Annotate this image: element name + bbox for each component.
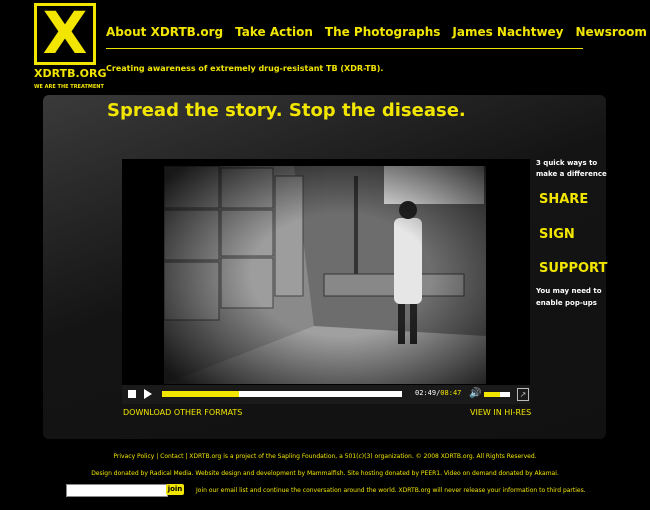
logo-tagline: WE ARE THE TREATMENT xyxy=(34,84,104,90)
nav-photographs[interactable]: The Photographs xyxy=(325,25,441,39)
logo-mark-box: X xyxy=(34,0,96,67)
nav-divider xyxy=(106,48,583,49)
join-button[interactable]: join xyxy=(166,484,184,495)
seek-bar[interactable] xyxy=(162,391,402,397)
support-button[interactable]: SUPPORT xyxy=(539,261,607,276)
player-controls: 02:49/08:47 🔊 ↗ xyxy=(122,385,530,404)
elapsed-time: 02:49 xyxy=(415,389,437,397)
stop-button[interactable] xyxy=(128,390,136,398)
popup-note: You may need to enable pop-ups xyxy=(536,287,602,307)
join-description: Join our email list and continue the con… xyxy=(196,487,586,494)
logo-mark: X xyxy=(42,0,88,67)
email-input[interactable] xyxy=(66,484,168,497)
nav-about[interactable]: About XDRTB.org xyxy=(106,25,223,39)
share-button[interactable]: SHARE xyxy=(539,192,588,207)
seek-progress xyxy=(162,391,239,397)
site-tagline: Creating awareness of extremely drug-res… xyxy=(106,64,384,73)
page-headline: Spread the story. Stop the disease. xyxy=(107,100,466,121)
play-button[interactable] xyxy=(144,389,152,399)
view-hires-link[interactable]: VIEW IN HI-RES xyxy=(470,408,531,417)
nav-james-nachtwey[interactable]: James Nachtwey xyxy=(452,25,563,39)
download-formats-link[interactable]: DOWNLOAD OTHER FORMATS xyxy=(123,408,242,417)
main-nav: About XDRTB.org Take Action The Photogra… xyxy=(106,25,650,39)
nav-newsroom[interactable]: Newsroom xyxy=(576,25,647,39)
volume-slider[interactable] xyxy=(484,392,510,397)
sidebar-hint: 3 quick ways to make a difference xyxy=(536,159,607,178)
time-readout: 02:49/08:47 xyxy=(415,389,461,397)
nav-take-action[interactable]: Take Action xyxy=(235,25,313,39)
logo-name: XDRTB.ORG xyxy=(34,67,107,80)
footer-credits: Design donated by Radical Media. Website… xyxy=(91,470,559,477)
video-still-image xyxy=(164,166,486,384)
duration-time: 08:47 xyxy=(440,389,462,397)
speaker-icon[interactable]: 🔊 xyxy=(469,388,481,399)
fullscreen-icon[interactable]: ↗ xyxy=(517,388,529,401)
video-frame[interactable] xyxy=(164,166,486,384)
footer-legal: Privacy Policy | Contact | XDRTB.org is … xyxy=(113,453,537,460)
volume-level xyxy=(484,392,500,397)
site-logo[interactable]: X XDRTB.ORG WE ARE THE TREATMENT xyxy=(34,0,107,90)
sign-button[interactable]: SIGN xyxy=(539,227,575,242)
